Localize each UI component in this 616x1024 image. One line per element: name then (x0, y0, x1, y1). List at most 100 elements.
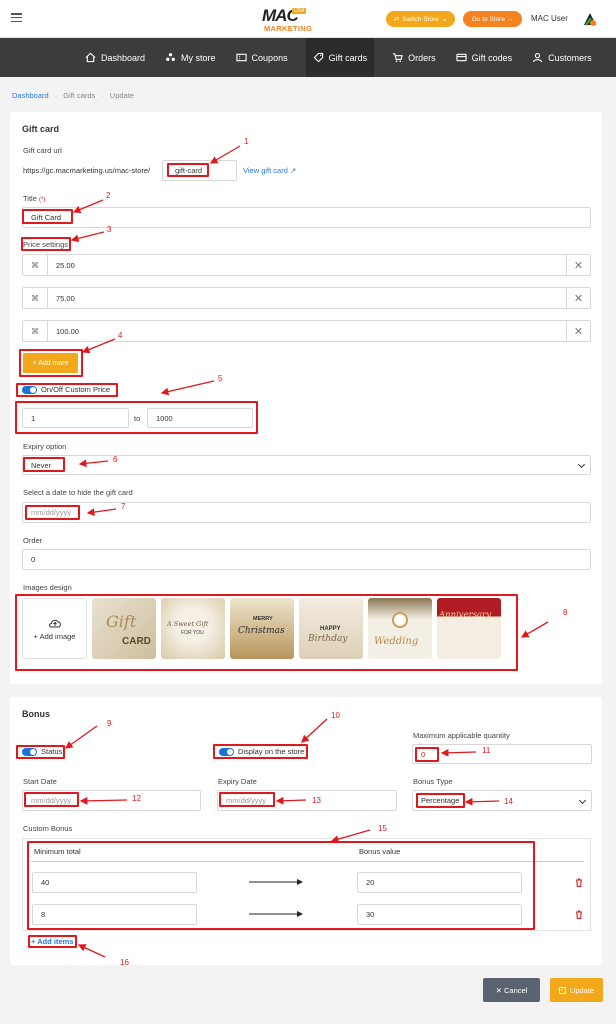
switch-store-label: Switch Store (402, 15, 439, 23)
annotation-number-3: 3 (107, 225, 112, 234)
gift-card-url-label: Gift card url (23, 146, 62, 155)
drag-handle-icon[interactable]: ⌘ (23, 321, 48, 341)
nav-label: Dashboard (101, 52, 146, 63)
remove-price-icon[interactable]: ✕ (566, 288, 590, 308)
main-nav: Dashboard My store Coupons Gift cards Or… (0, 38, 616, 77)
remove-price-icon[interactable]: ✕ (566, 321, 590, 341)
annotation-number-16: 16 (120, 958, 129, 967)
cancel-button[interactable]: ✕ Cancel (483, 978, 540, 1002)
view-gift-card-link[interactable]: View gift card ↗ (243, 166, 296, 175)
trash-icon[interactable] (575, 910, 583, 919)
annotation-number-9: 9 (107, 719, 112, 728)
annotation-number-1: 1 (244, 137, 249, 146)
annotation-box-8 (15, 594, 518, 671)
annotation-box-9 (16, 745, 65, 759)
save-icon: ✓ (558, 986, 566, 994)
gift-card-url-prefix: https://gc.macmarketing.us/mac-store/ (23, 166, 151, 175)
annotation-box-4 (19, 349, 83, 377)
hide-date-input[interactable]: mm/dd/yyyy (22, 502, 591, 523)
user-icon (532, 53, 543, 63)
annotation-box-16 (28, 935, 77, 948)
annotation-number-13: 13 (312, 796, 321, 805)
bonus-type-label: Bonus Type (413, 777, 453, 786)
logo[interactable]: MAC USA MARKETING (262, 6, 322, 34)
go-to-store-button[interactable]: Go to Store → (463, 11, 522, 27)
price-value: 100.00 (56, 327, 79, 336)
nav-orders[interactable]: Orders (390, 38, 438, 77)
cart-icon (393, 53, 403, 62)
breadcrumb-separator: · (101, 91, 104, 100)
annotation-number-15: 15 (378, 824, 387, 833)
required-mark: (*) (38, 197, 46, 203)
hide-date-label: Select a date to hide the gift card (23, 488, 133, 497)
price-row-3[interactable]: ⌘ 100.00 ✕ (22, 320, 591, 342)
annotation-box-2 (22, 209, 73, 224)
annotation-number-4: 4 (118, 331, 123, 340)
trash-icon[interactable] (575, 878, 583, 887)
max-qty-input[interactable]: 0 (412, 744, 592, 764)
nav-gift-codes[interactable]: Gift codes (454, 38, 515, 77)
nav-dashboard[interactable]: Dashboard (83, 38, 147, 77)
title-label-text: Title (23, 194, 37, 203)
annotation-box-13 (219, 792, 275, 807)
price-value: 75.00 (56, 294, 75, 303)
breadcrumb-separator: · (54, 91, 58, 100)
tag-icon (313, 52, 323, 63)
nav-gift-cards[interactable]: Gift cards (305, 38, 375, 77)
expiry-option-select[interactable]: Never (22, 455, 591, 475)
annotation-number-10: 10 (331, 711, 340, 720)
update-button[interactable]: ✓ Update (550, 978, 603, 1002)
title-label: Title (*) (23, 194, 45, 203)
menu-icon[interactable] (11, 13, 22, 22)
annotation-box-12 (24, 792, 79, 807)
expiry-option-label: Expiry option (23, 442, 67, 451)
annotation-box-10 (213, 744, 308, 759)
nav-my-store[interactable]: My store (163, 38, 218, 77)
annotation-number-14: 14 (504, 797, 513, 806)
gift-card-heading: Gift card (22, 124, 60, 134)
chevron-down-icon (577, 460, 586, 469)
order-label: Order (23, 536, 43, 545)
card-icon (455, 53, 467, 62)
images-design-label: Images design (23, 583, 72, 592)
annotation-number-5: 5 (218, 374, 223, 383)
user-avatar[interactable] (580, 9, 600, 29)
annotation-box-3 (21, 237, 71, 251)
price-row-1[interactable]: ⌘ 25.00 ✕ (22, 254, 591, 276)
breadcrumb: Dashboard · Gift cards · Update (12, 91, 134, 100)
annotation-number-7: 7 (121, 502, 126, 511)
breadcrumb-gift-cards[interactable]: Gift cards (63, 91, 95, 100)
remove-price-icon[interactable]: ✕ (566, 255, 590, 275)
order-input[interactable]: 0 (22, 549, 591, 570)
drag-handle-icon[interactable]: ⌘ (23, 255, 48, 275)
price-row-2[interactable]: ⌘ 75.00 ✕ (22, 287, 591, 309)
nav-coupons[interactable]: Coupons (234, 38, 290, 77)
go-to-store-label: Go to Store → (471, 15, 514, 23)
nav-label: Orders (408, 52, 436, 63)
annotation-box-1 (167, 163, 209, 177)
drag-handle-icon[interactable]: ⌘ (23, 288, 48, 308)
annotation-number-2: 2 (106, 191, 111, 200)
store-icon (166, 53, 175, 61)
cancel-label: ✕ Cancel (495, 985, 528, 995)
nav-label: Gift codes (471, 52, 513, 63)
annotation-number-8: 8 (563, 608, 568, 617)
switch-store-button[interactable]: ⇄ Switch Store ⌄ (386, 11, 455, 27)
chevron-down-icon: ⌄ (441, 16, 448, 23)
price-value: 25.00 (56, 261, 75, 270)
annotation-box-6 (23, 457, 65, 472)
nav-label: Gift cards (328, 52, 368, 63)
annotation-box-15 (27, 841, 535, 930)
annotation-box-5a (16, 383, 118, 397)
switch-icon: ⇄ (393, 16, 400, 23)
annotation-box-5b (15, 401, 258, 434)
nav-label: My store (181, 52, 216, 63)
user-name[interactable]: MAC User (531, 14, 568, 23)
breadcrumb-home[interactable]: Dashboard (12, 91, 49, 100)
top-bar: MAC USA MARKETING ⇄ Switch Store ⌄ Go to S… (0, 0, 616, 38)
annotation-number-6: 6 (113, 455, 118, 464)
nav-label: Customers (548, 52, 592, 63)
bonus-heading: Bonus (22, 709, 50, 719)
nav-customers[interactable]: Customers (530, 38, 594, 77)
home-icon (85, 52, 96, 63)
